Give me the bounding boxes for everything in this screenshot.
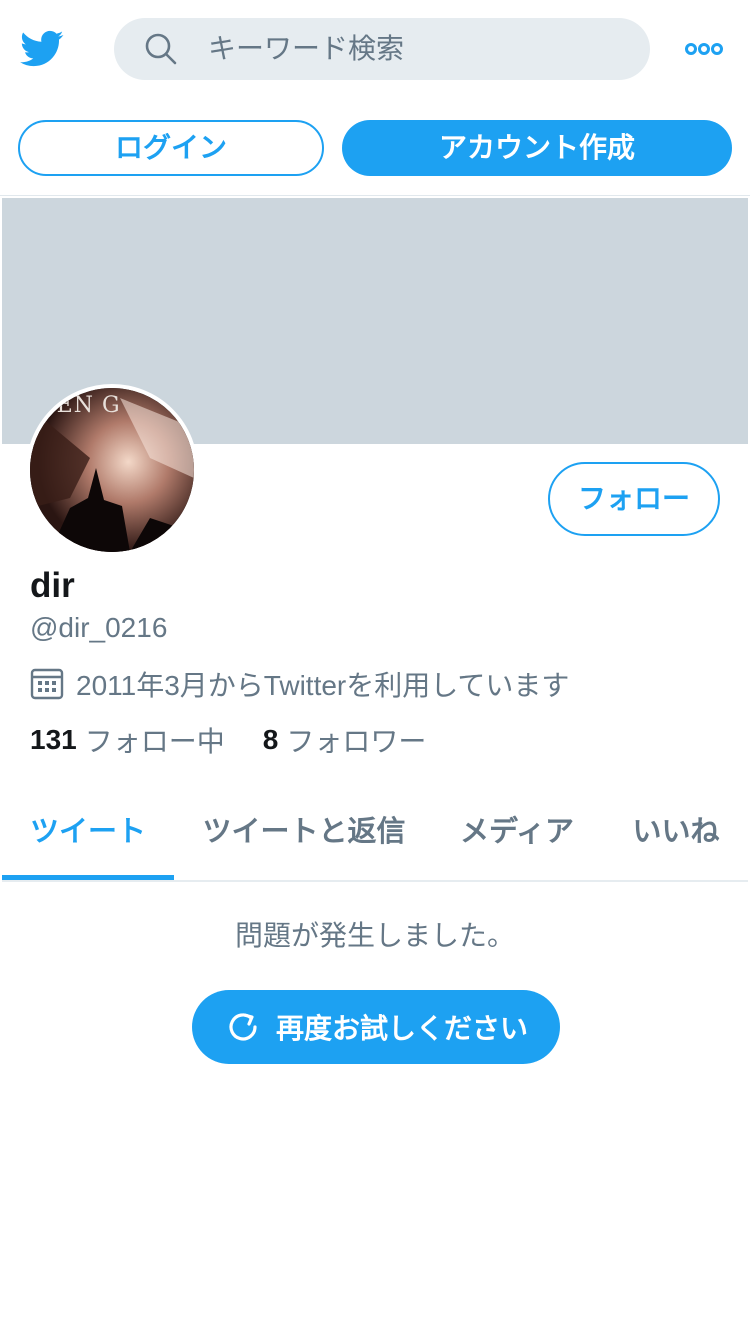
- tab-likes[interactable]: いいね: [620, 786, 732, 880]
- top-bar: キーワード検索: [0, 0, 750, 100]
- followers-label[interactable]: フォロワー: [286, 720, 426, 760]
- error-message: 問題が発生しました。: [234, 919, 515, 952]
- search-icon: [145, 33, 177, 65]
- avatar[interactable]: X EN G: [26, 384, 198, 556]
- following-label[interactable]: フォロー中: [85, 720, 225, 760]
- avatar-image: X EN G: [30, 388, 194, 552]
- retry-button[interactable]: 再度お試しください: [192, 990, 560, 1064]
- user-handle: @dir_0216: [30, 612, 168, 643]
- followers-count[interactable]: 8: [263, 724, 279, 756]
- joined-date: 2011年3月からTwitterを利用しています: [30, 664, 569, 704]
- login-button[interactable]: ログイン: [18, 120, 324, 176]
- joined-text: 2011年3月からTwitterを利用しています: [76, 670, 570, 701]
- profile-tabs: ツイート ツイートと返信 メディア いいね: [2, 786, 748, 882]
- follow-stats: 131 フォロー中 8 フォロワー: [30, 720, 426, 760]
- calendar-icon: [30, 668, 64, 700]
- following-count[interactable]: 131: [30, 724, 77, 756]
- signup-button[interactable]: アカウント作成: [342, 120, 732, 176]
- tab-tweets-and-replies[interactable]: ツイートと返信: [198, 786, 410, 880]
- twitter-bird-icon[interactable]: [18, 26, 66, 70]
- auth-row: ログイン アカウント作成: [0, 100, 750, 196]
- tab-tweets[interactable]: ツイート: [2, 786, 174, 880]
- retry-label: 再度お試しください: [275, 1012, 528, 1045]
- refresh-icon: [229, 1013, 257, 1041]
- active-tab-indicator: [2, 875, 174, 880]
- tab-media[interactable]: メディア: [446, 786, 588, 880]
- display-name: dir: [30, 566, 75, 605]
- search-input[interactable]: キーワード検索: [208, 18, 404, 80]
- follow-button[interactable]: フォロー: [548, 462, 720, 536]
- more-dots-icon[interactable]: [684, 36, 724, 62]
- search-bar[interactable]: キーワード検索: [114, 18, 650, 80]
